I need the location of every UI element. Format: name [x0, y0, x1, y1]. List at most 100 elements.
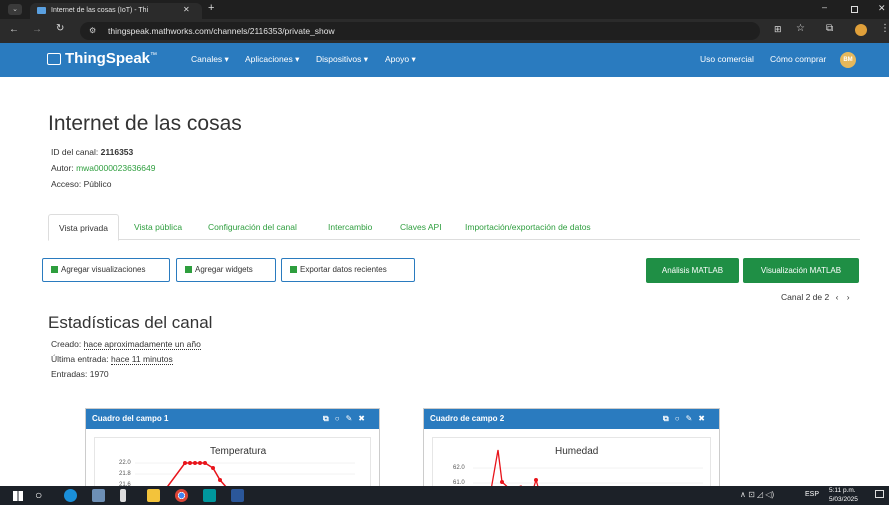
- add-visualizations-label: Agregar visualizaciones: [61, 265, 146, 274]
- restore-icon[interactable]: [851, 6, 858, 13]
- card-header: Cuadro del campo 1 ⧉○✎✖: [86, 409, 379, 429]
- stat-entries: Entradas: 1970: [51, 369, 109, 379]
- matlab-visualization-button[interactable]: Visualización MATLAB: [743, 258, 859, 283]
- card-actions: ⧉○✎✖: [323, 409, 371, 429]
- temperature-chart: Temperatura 22.0 21.8 21.6: [94, 437, 371, 490]
- prev-icon[interactable]: ‹: [836, 292, 839, 302]
- card-title: Cuadro del campo 1: [92, 414, 169, 423]
- reload-icon[interactable]: ↻: [56, 23, 64, 34]
- channel-access: Acceso: Público: [51, 179, 112, 189]
- logo-chat-icon: [47, 53, 61, 65]
- usb-icon[interactable]: [120, 489, 126, 502]
- file-explorer-icon[interactable]: [147, 489, 160, 502]
- author-link[interactable]: mwa0000023636649: [76, 163, 155, 173]
- tab-search-icon[interactable]: ⌄: [8, 4, 22, 15]
- nav-devices[interactable]: Dispositivos ▾: [316, 54, 368, 65]
- close-icon[interactable]: ✖: [358, 414, 371, 423]
- add-widgets-label: Agregar widgets: [195, 265, 253, 274]
- external-link-icon[interactable]: ⧉: [323, 414, 335, 423]
- clock-date[interactable]: 5/03/2025: [829, 496, 858, 503]
- comment-icon[interactable]: ○: [675, 414, 686, 423]
- translate-icon[interactable]: ⊞: [774, 24, 782, 35]
- notifications-icon[interactable]: [875, 490, 884, 498]
- last-entry-value: hace 11 minutos: [111, 354, 173, 365]
- windows-start-icon[interactable]: [13, 491, 23, 501]
- forward-icon[interactable]: →: [32, 24, 42, 35]
- channel-author: Autor: mwa0000023636649: [51, 163, 155, 173]
- nav-support-label: Apoyo: [385, 54, 410, 64]
- new-tab-button[interactable]: +: [208, 2, 214, 14]
- system-tray-icons[interactable]: ∧ ⊡ ◿ ◁): [740, 490, 774, 499]
- edit-pencil-icon[interactable]: ✎: [346, 414, 359, 423]
- channel-access-label: Acceso:: [51, 179, 82, 189]
- back-icon[interactable]: ←: [9, 24, 19, 35]
- tab-api-keys[interactable]: Claves API: [400, 222, 442, 232]
- edit-pencil-icon[interactable]: ✎: [686, 414, 699, 423]
- export-recent-data-button[interactable]: Exportar datos recientes: [281, 258, 415, 282]
- y-tick: 22.0: [119, 460, 131, 466]
- browser-tab[interactable]: Internet de las cosas (IoT) - Thi ✕: [30, 3, 202, 19]
- menu-dots-icon[interactable]: ⋮: [880, 23, 889, 34]
- humidity-series-line: [490, 449, 540, 490]
- humidity-data-point: [534, 478, 538, 482]
- channel-id-label: ID del canal:: [51, 147, 99, 157]
- add-visualizations-button[interactable]: Agregar visualizaciones: [42, 258, 170, 282]
- created-value: hace aproximadamente un año: [83, 339, 201, 350]
- card-actions: ⧉○✎✖: [663, 409, 711, 429]
- chrome-icon[interactable]: [175, 489, 188, 502]
- window-close-icon[interactable]: ✕: [878, 3, 886, 14]
- nav-buy[interactable]: Cómo comprar: [770, 54, 826, 64]
- avatar[interactable]: BM: [840, 52, 856, 68]
- tab-private-view[interactable]: Vista privada: [48, 214, 119, 241]
- logo[interactable]: ThingSpeak™: [65, 50, 157, 67]
- tab-public-view[interactable]: Vista pública: [134, 222, 182, 232]
- channel-id-value: 2116353: [100, 147, 134, 157]
- humidity-plot: [473, 449, 703, 490]
- thingspeak-navbar: ThingSpeak™ Canales ▾ Aplicaciones ▾ Dis…: [0, 43, 889, 77]
- clock-time[interactable]: 5:11 p.m.: [829, 487, 856, 494]
- profile-icon[interactable]: [855, 24, 867, 36]
- minimize-icon[interactable]: –: [822, 2, 827, 12]
- url-text: thingspeak.mathworks.com/channels/211635…: [108, 26, 335, 36]
- extensions-icon[interactable]: ⧉: [826, 23, 833, 34]
- logo-text: ThingSpeak: [65, 50, 151, 67]
- nav-channels[interactable]: Canales ▾: [191, 54, 229, 65]
- language-indicator[interactable]: ESP: [805, 491, 819, 498]
- temperature-data-point: [203, 461, 207, 465]
- site-info-icon[interactable]: ⚙: [89, 22, 96, 40]
- channel-tabs: Vista privada Vista pública Configuració…: [48, 214, 860, 241]
- arduino-icon[interactable]: [203, 489, 216, 502]
- temperature-data-point: [183, 461, 187, 465]
- search-icon[interactable]: ○: [35, 488, 42, 502]
- next-icon[interactable]: ›: [847, 292, 850, 302]
- nav-devices-label: Dispositivos: [316, 54, 362, 64]
- bookmark-star-icon[interactable]: ☆: [796, 23, 805, 34]
- external-link-icon[interactable]: ⧉: [663, 414, 675, 423]
- tab-import-export[interactable]: Importación/exportación de datos: [465, 222, 591, 232]
- tab-channel-settings[interactable]: Configuración del canal: [208, 222, 297, 232]
- skype-icon[interactable]: [64, 489, 77, 502]
- tab-sharing[interactable]: Intercambio: [328, 222, 372, 232]
- channel-id: ID del canal: 2116353: [51, 147, 133, 157]
- word-icon[interactable]: [231, 489, 244, 502]
- matlab-analysis-button[interactable]: Análisis MATLAB: [646, 258, 739, 283]
- close-icon[interactable]: ✕: [183, 5, 190, 14]
- field-chart-card-1: Cuadro del campo 1 ⧉○✎✖ Temperatura 22.0…: [85, 408, 380, 490]
- taskbar: ○ ∧ ⊡ ◿ ◁) ESP 5:11 p.m. 5/03/2025: [0, 486, 889, 505]
- y-tick: 21.8: [119, 471, 131, 477]
- nav-commercial[interactable]: Uso comercial: [700, 54, 754, 64]
- close-icon[interactable]: ✖: [698, 414, 711, 423]
- add-widgets-button[interactable]: Agregar widgets: [176, 258, 276, 282]
- last-entry-label: Última entrada:: [51, 354, 109, 364]
- app-icon[interactable]: [92, 489, 105, 502]
- nav-channels-label: Canales: [191, 54, 223, 64]
- nav-apps[interactable]: Aplicaciones ▾: [245, 54, 299, 65]
- comment-icon[interactable]: ○: [335, 414, 346, 423]
- humidity-data-point: [500, 480, 504, 484]
- temperature-data-point: [193, 461, 197, 465]
- url-input[interactable]: ⚙ thingspeak.mathworks.com/channels/2116…: [80, 22, 760, 40]
- pager-text: Canal 2 de 2: [781, 292, 830, 302]
- created-label: Creado:: [51, 339, 82, 349]
- nav-support[interactable]: Apoyo ▾: [385, 54, 416, 65]
- plus-icon: [185, 266, 192, 273]
